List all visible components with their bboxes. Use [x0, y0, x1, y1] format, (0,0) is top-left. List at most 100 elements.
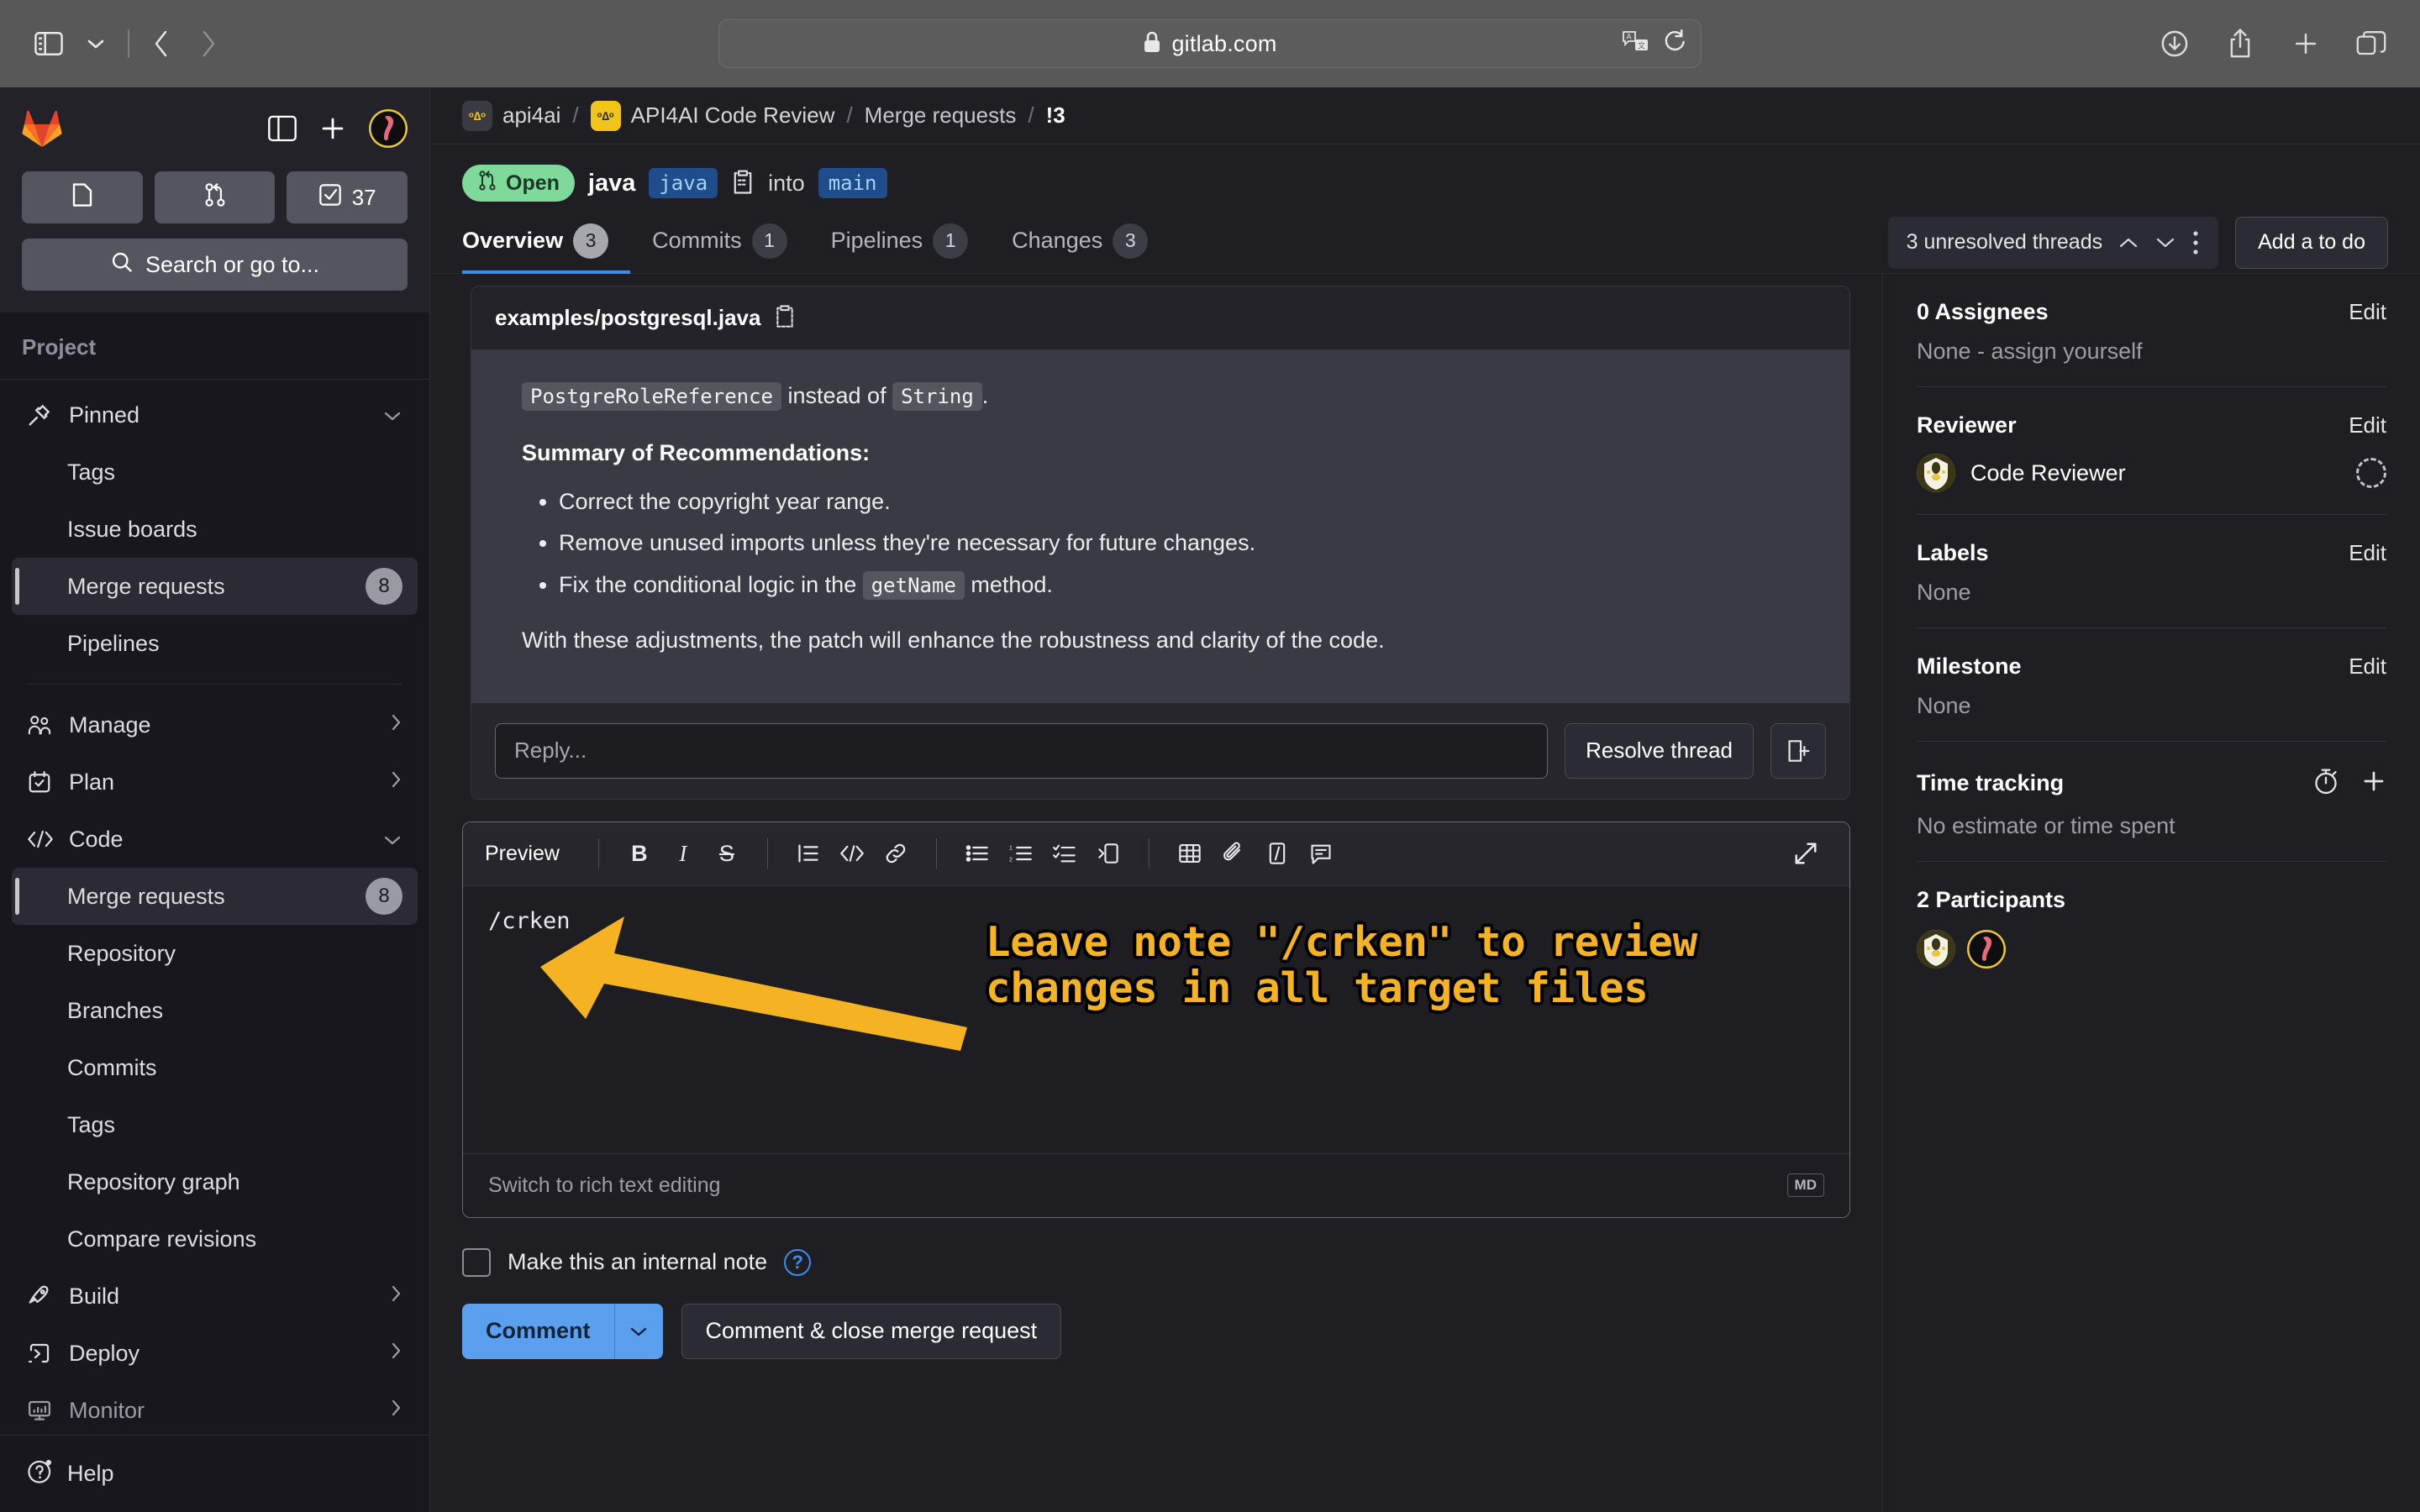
sidebar-item-commits[interactable]: Commits [12, 1039, 418, 1096]
tab-overview-icon[interactable] [2348, 20, 2395, 67]
downloads-icon[interactable] [2151, 20, 2198, 67]
sidebar-item-merge-requests[interactable]: Merge requests 8 [12, 868, 418, 925]
plus-icon[interactable] [2282, 20, 2329, 67]
code-icon[interactable] [830, 832, 874, 875]
comment-textarea[interactable]: /crken Leave note "/crken" to review cha… [463, 886, 1849, 1153]
sidebar-item-monitor[interactable]: Monitor [12, 1382, 418, 1435]
chevron-down-icon[interactable] [2154, 235, 2176, 250]
user-avatar[interactable] [1967, 930, 2006, 969]
comment-dropdown-button[interactable] [613, 1303, 663, 1359]
indent-icon[interactable] [1086, 832, 1130, 875]
plus-icon[interactable] [318, 114, 347, 143]
video-icon[interactable] [1255, 832, 1299, 875]
assignees-edit-button[interactable]: Edit [2349, 299, 2386, 325]
add-todo-button[interactable]: Add a to do [2235, 216, 2388, 269]
bullet-text: Fix the conditional logic in the [559, 572, 863, 598]
chevron-down-icon[interactable] [72, 20, 119, 67]
sidebar-toggle-icon[interactable] [25, 20, 72, 67]
chevron-right-icon [389, 769, 402, 795]
plus-icon[interactable] [2361, 769, 2386, 798]
numbered-list-icon[interactable]: 12 [999, 832, 1043, 875]
thread-closing-line: With these adjustments, the patch will e… [522, 627, 1385, 654]
italic-icon[interactable]: I [661, 832, 705, 875]
sidebar-item-deploy[interactable]: Deploy [12, 1325, 418, 1382]
merge-requests-button[interactable] [154, 171, 276, 223]
source-branch-chip[interactable]: java [649, 168, 718, 198]
reply-input[interactable]: Reply... [495, 722, 1549, 779]
breadcrumb-group[interactable]: ᵒ∆ᵒ api4ai [462, 100, 560, 131]
sidebar-item-tags[interactable]: Tags [12, 444, 418, 501]
sidebar-item-pipelines[interactable]: Pipelines [12, 615, 418, 672]
gitlab-logo[interactable] [22, 109, 62, 148]
address-bar[interactable]: gitlab.com A 文 [718, 19, 1702, 68]
ellipsis-vertical-icon[interactable] [2191, 229, 2200, 256]
sidebar-item-label: Tags [67, 1111, 116, 1137]
comment-close-mr-button[interactable]: Comment & close merge request [681, 1303, 1062, 1359]
sidebar-item-plan[interactable]: Plan [12, 753, 418, 811]
issues-button[interactable] [22, 171, 143, 223]
todos-button[interactable]: 37 [287, 171, 408, 223]
sidebar-item-build[interactable]: Build [12, 1268, 418, 1325]
pending-dashed-circle-icon[interactable] [2356, 458, 2386, 488]
target-branch-chip[interactable]: main [818, 168, 887, 198]
code-reviewer-avatar[interactable] [1917, 454, 1955, 492]
tab-commits[interactable]: Commits 1 [630, 212, 809, 274]
sidebar-item-code[interactable]: Code [12, 811, 418, 868]
tab-overview[interactable]: Overview 3 [462, 212, 631, 274]
copy-icon[interactable] [731, 168, 755, 199]
table-icon[interactable] [1168, 832, 1212, 875]
resolve-note-icon[interactable] [1770, 722, 1826, 779]
resolve-thread-button[interactable]: Resolve thread [1565, 722, 1754, 779]
reviewer-edit-button[interactable]: Edit [2349, 412, 2386, 438]
comment-button[interactable]: Comment [462, 1303, 614, 1359]
chevron-up-icon[interactable] [2118, 235, 2139, 250]
sidebar-item-pinned[interactable]: Pinned [12, 386, 418, 444]
breadcrumb-item[interactable]: !3 [1046, 102, 1065, 129]
sidebar-item-repository-graph[interactable]: Repository graph [12, 1153, 418, 1210]
panel-collapse-icon[interactable] [268, 115, 297, 142]
sidebar-item-tags-code[interactable]: Tags [12, 1096, 418, 1153]
breadcrumb-separator: / [1028, 102, 1034, 128]
internal-note-checkbox[interactable] [462, 1247, 491, 1277]
forward-arrow-icon[interactable] [185, 20, 232, 67]
reload-icon[interactable] [1662, 29, 1686, 59]
sidebar-item-manage[interactable]: Manage [12, 696, 418, 753]
breadcrumb-section[interactable]: Merge requests [865, 102, 1017, 129]
expand-icon[interactable] [1784, 832, 1828, 875]
tab-pipelines[interactable]: Pipelines 1 [809, 212, 991, 274]
reviewer-name[interactable]: Code Reviewer [1970, 460, 2126, 486]
user-avatar[interactable] [369, 109, 408, 148]
strikethrough-icon[interactable]: S [705, 832, 749, 875]
comment-template-icon[interactable] [1299, 832, 1343, 875]
link-icon[interactable] [874, 832, 918, 875]
sidebar-item-branches[interactable]: Branches [12, 982, 418, 1039]
back-arrow-icon[interactable] [138, 20, 185, 67]
help-question-icon[interactable]: ? [784, 1248, 812, 1276]
sidebar-item-merge-requests-pinned[interactable]: Merge requests 8 [12, 558, 418, 615]
share-icon[interactable] [2217, 20, 2264, 67]
sidebar-item-help[interactable]: Help [0, 1435, 429, 1512]
assignees-value[interactable]: None - assign yourself [1917, 339, 2386, 365]
bullet-list-icon[interactable] [955, 832, 999, 875]
translate-icon[interactable]: A 文 [1622, 29, 1650, 59]
preview-button[interactable]: Preview [485, 842, 580, 866]
labels-edit-button[interactable]: Edit [2349, 540, 2386, 566]
sidebar-item-repository[interactable]: Repository [12, 925, 418, 982]
stopwatch-icon[interactable] [2312, 767, 2339, 800]
search-input[interactable]: Search or go to... [22, 239, 408, 291]
switch-rich-text-button[interactable]: Switch to rich text editing [488, 1173, 721, 1198]
blockquote-icon[interactable] [786, 832, 830, 875]
copy-icon[interactable] [774, 303, 796, 333]
sidebar-item-compare-revisions[interactable]: Compare revisions [12, 1210, 418, 1268]
pin-icon [27, 402, 66, 428]
assignees-title: 0 Assignees [1917, 299, 2049, 324]
sidebar-item-issue-boards[interactable]: Issue boards [12, 501, 418, 558]
breadcrumb-project[interactable]: ᵒ∆ᵒ API4AI Code Review [590, 100, 834, 131]
code-reviewer-avatar[interactable] [1917, 930, 1955, 969]
tab-changes[interactable]: Changes 3 [990, 212, 1170, 274]
task-list-icon[interactable] [1043, 832, 1086, 875]
thread-file-name[interactable]: examples/postgresql.java [495, 305, 760, 331]
milestone-edit-button[interactable]: Edit [2349, 654, 2386, 680]
attachment-icon[interactable] [1212, 832, 1255, 875]
bold-icon[interactable]: B [618, 832, 661, 875]
